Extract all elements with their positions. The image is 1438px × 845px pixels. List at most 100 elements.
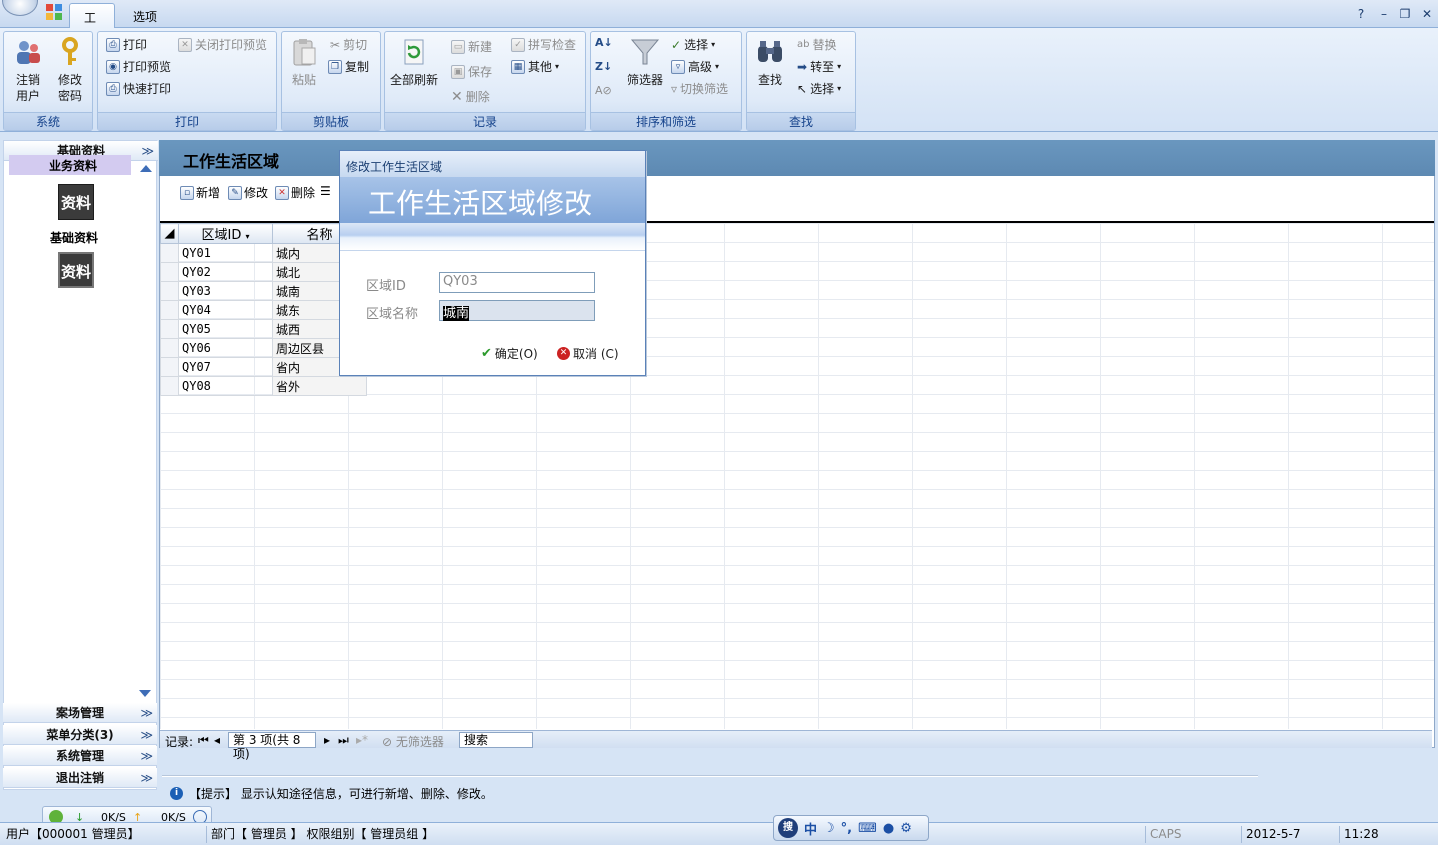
keyboard-icon[interactable]: ⌨ <box>858 821 877 836</box>
find-button[interactable]: 查找 <box>749 36 791 88</box>
copy-button[interactable]: ❐ 复制 <box>328 58 369 75</box>
restore-button[interactable]: ❐ <box>1397 6 1413 22</box>
nav-section-menu[interactable]: 菜单分类(3) ≫ <box>3 725 157 745</box>
tab-options[interactable]: 选项 <box>119 3 171 28</box>
nav-section-venue[interactable]: 案场管理 ≫ <box>3 703 157 723</box>
table-row[interactable]: QY02 城北 <box>160 262 367 282</box>
record-label: 记录: <box>165 735 194 749</box>
close-button[interactable]: ✕ <box>1419 6 1435 22</box>
delete-record-button[interactable]: ✕ 删除 <box>451 88 490 105</box>
spell-check-button[interactable]: ✓ 拼写检查 <box>511 36 576 53</box>
gear-icon[interactable]: ⚙ <box>900 821 912 836</box>
cell-region-id[interactable]: QY05 <box>178 319 273 339</box>
cell-region-id[interactable]: QY07 <box>178 357 273 377</box>
sort-descending-icon[interactable]: Z↓ <box>595 60 612 73</box>
table-row[interactable]: QY08 省外 <box>160 376 367 396</box>
new-record-nav-icon[interactable]: ▸* <box>356 733 368 747</box>
cell-region-id[interactable]: QY08 <box>178 376 273 396</box>
table-row[interactable]: QY01 城内 <box>160 243 367 263</box>
save-record-button[interactable]: ▣ 保存 <box>451 63 492 80</box>
select-button[interactable]: ↖ 选择 ▾ <box>797 80 841 97</box>
nav-section-system[interactable]: 系统管理 ≫ <box>3 746 157 766</box>
cell-region-id[interactable]: QY03 <box>178 281 273 301</box>
row-selector[interactable] <box>160 243 179 263</box>
nav-item-business-label[interactable]: 业务资料 <box>3 157 143 174</box>
add-button[interactable]: ▫ 新增 <box>180 184 220 201</box>
chevron-down-icon[interactable]: ▾ <box>245 232 249 241</box>
dialog-title[interactable]: 修改工作生活区域 <box>340 151 645 177</box>
no-filter-label: 无筛选器 <box>395 735 444 749</box>
select-all-corner[interactable]: ◢ <box>160 223 179 244</box>
dialog-banner-band <box>340 223 645 251</box>
row-selector[interactable] <box>160 262 179 282</box>
cell-region-name[interactable]: 省外 <box>272 376 367 396</box>
cell-region-id[interactable]: QY02 <box>178 262 273 282</box>
row-selector[interactable] <box>160 319 179 339</box>
logout-button[interactable]: 注销 用户 <box>8 36 48 104</box>
region-id-field[interactable]: QY03 <box>439 272 595 293</box>
close-preview-button[interactable]: ✕ 关闭打印预览 <box>178 36 267 53</box>
cell-region-id[interactable]: QY04 <box>178 300 273 320</box>
quick-print-button[interactable]: ⎙ 快速打印 <box>106 80 171 97</box>
selection-filter-button[interactable]: ✓ 选择 ▾ <box>671 36 715 53</box>
status-time: 11:28 <box>1339 826 1433 843</box>
confirm-button[interactable]: ✔ 确定(O) <box>481 345 538 362</box>
first-record-icon[interactable]: ⏮ <box>198 733 209 748</box>
microphone-icon[interactable]: ● <box>883 821 894 836</box>
print-preview-button[interactable]: ◉ 打印预览 <box>106 58 171 75</box>
change-password-button[interactable]: 修改 密码 <box>50 36 90 104</box>
print-button[interactable]: ⎙ 打印 <box>106 36 147 53</box>
table-row[interactable]: QY07 省内 <box>160 357 367 377</box>
table-row[interactable]: QY05 城西 <box>160 319 367 339</box>
row-selector[interactable] <box>160 357 179 377</box>
quick-access-icon[interactable] <box>46 4 62 20</box>
other-button[interactable]: ▦ 其他 ▾ <box>511 58 559 75</box>
refresh-all-button[interactable]: 全部刷新 <box>387 36 441 88</box>
table-row[interactable]: QY06 周边区县 <box>160 338 367 358</box>
search-input[interactable]: 搜索 <box>459 732 533 748</box>
edit-button[interactable]: ✎ 修改 <box>228 184 268 201</box>
sort-ascending-icon[interactable]: A↓ <box>595 36 613 49</box>
region-name-field[interactable]: 城南 <box>439 300 595 321</box>
ime-toolbar[interactable]: 搜 中 ☽ °, ⌨ ● ⚙ <box>773 815 929 841</box>
table-row[interactable]: QY03 城南 <box>160 281 367 301</box>
last-record-icon[interactable]: ⏭ <box>338 733 349 748</box>
list-icon[interactable]: ☰ <box>320 184 331 198</box>
cell-region-id[interactable]: QY06 <box>178 338 273 358</box>
nav-section-logout[interactable]: 退出注销 ≫ <box>3 768 157 788</box>
ime-punctuation[interactable]: °, <box>841 821 852 836</box>
row-selector[interactable] <box>160 338 179 358</box>
row-selector[interactable] <box>160 281 179 301</box>
cancel-button[interactable]: ✕ 取消 (C) <box>557 345 619 362</box>
filter-button[interactable]: 筛选器 <box>623 36 667 88</box>
tab-tools[interactable]: 工具 <box>69 3 115 42</box>
new-record-button[interactable]: ▭ 新建 <box>451 38 492 55</box>
next-record-icon[interactable]: ▸ <box>324 733 330 747</box>
goto-button[interactable]: ➡ 转至 ▾ <box>797 58 841 75</box>
minimize-button[interactable]: – <box>1376 6 1392 22</box>
replace-button[interactable]: ab 替换 <box>797 36 837 53</box>
no-filter-indicator[interactable]: ⊘ 无筛选器 <box>382 733 444 750</box>
record-position-field[interactable]: 第 3 项(共 8 项) <box>228 732 316 761</box>
row-selector[interactable] <box>160 300 179 320</box>
nav-item-basic-icon[interactable]: 资料 <box>58 184 94 220</box>
delete-button[interactable]: ✕ 删除 <box>275 184 315 201</box>
advanced-filter-button[interactable]: ▿ 高级 ▾ <box>671 58 719 75</box>
users-icon <box>17 41 40 64</box>
moon-icon[interactable]: ☽ <box>823 821 835 836</box>
cut-button[interactable]: ✂ 剪切 <box>330 36 367 53</box>
scroll-down-icon[interactable] <box>139 690 151 697</box>
nav-item-business-icon[interactable]: 资料 <box>58 252 94 288</box>
column-header-id[interactable]: 区域ID ▾ <box>178 223 273 244</box>
prev-record-icon[interactable]: ◂ <box>214 733 220 747</box>
cell-region-id[interactable]: QY01 <box>178 243 273 263</box>
paste-button[interactable]: 粘贴 <box>284 36 324 88</box>
nav-item-basic-label[interactable]: 基础资料 <box>4 229 144 246</box>
clear-sort-icon[interactable]: A⊘ <box>595 84 612 97</box>
ime-chinese-mode[interactable]: 中 <box>804 819 817 838</box>
help-icon[interactable]: ? <box>1353 6 1369 22</box>
logout-label: 注销 用户 <box>15 73 40 103</box>
toggle-filter-button[interactable]: ▿ 切换筛选 <box>671 80 728 97</box>
table-row[interactable]: QY04 城东 <box>160 300 367 320</box>
row-selector[interactable] <box>160 376 179 396</box>
